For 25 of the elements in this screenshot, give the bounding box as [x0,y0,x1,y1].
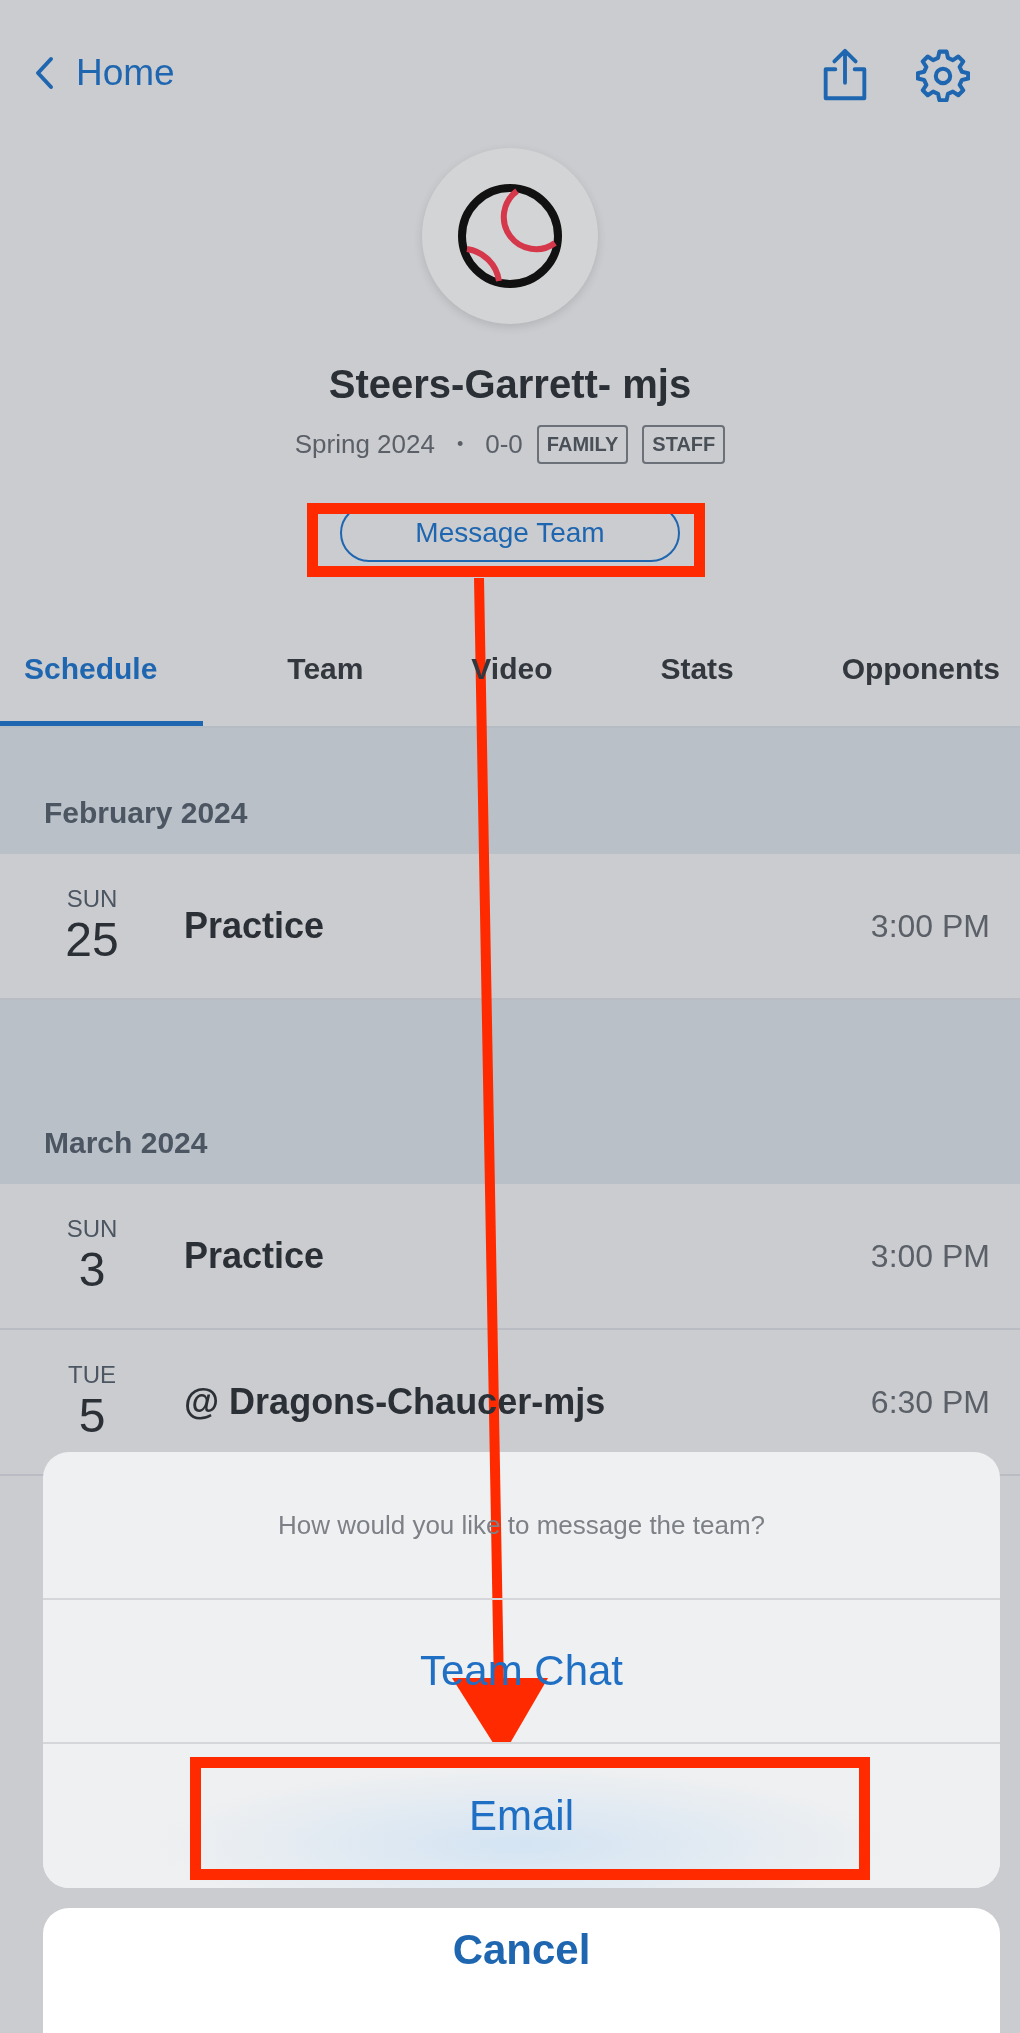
weekday-label: SUN [66,885,118,913]
event-title: Practice [183,905,326,947]
tab[interactable]: Opponents [817,626,1020,726]
day-number: 3 [78,1243,106,1297]
record-text: 0-0 [485,428,523,460]
tab[interactable]: Stats [636,626,758,726]
season-text: Spring 2024 [294,428,435,460]
role-tag: STAFF [642,424,726,464]
weekday-label: SUN [66,1215,118,1243]
role-tag: FAMILY [536,424,629,464]
weekday-label: TUE [68,1361,116,1389]
month-label: February 2024 [44,796,248,830]
event-time: 3:00 PM [870,907,990,945]
separator-dot: • [456,433,464,455]
event-row[interactable]: SUN 3 Practice 3:00 PM [0,1184,1020,1330]
day-number: 25 [65,913,119,967]
month-label: March 2024 [44,1126,208,1160]
day-number: 5 [78,1389,106,1443]
team-name: Steers-Garrett- mjs [327,361,693,408]
back-link[interactable]: Home [34,52,175,94]
event-time: 6:30 PM [870,1383,990,1421]
event-time: 3:00 PM [870,1237,990,1275]
tab[interactable]: Team [263,626,388,726]
cancel-button[interactable]: Cancel [43,1908,1000,2033]
event-title: Practice [183,1235,326,1277]
